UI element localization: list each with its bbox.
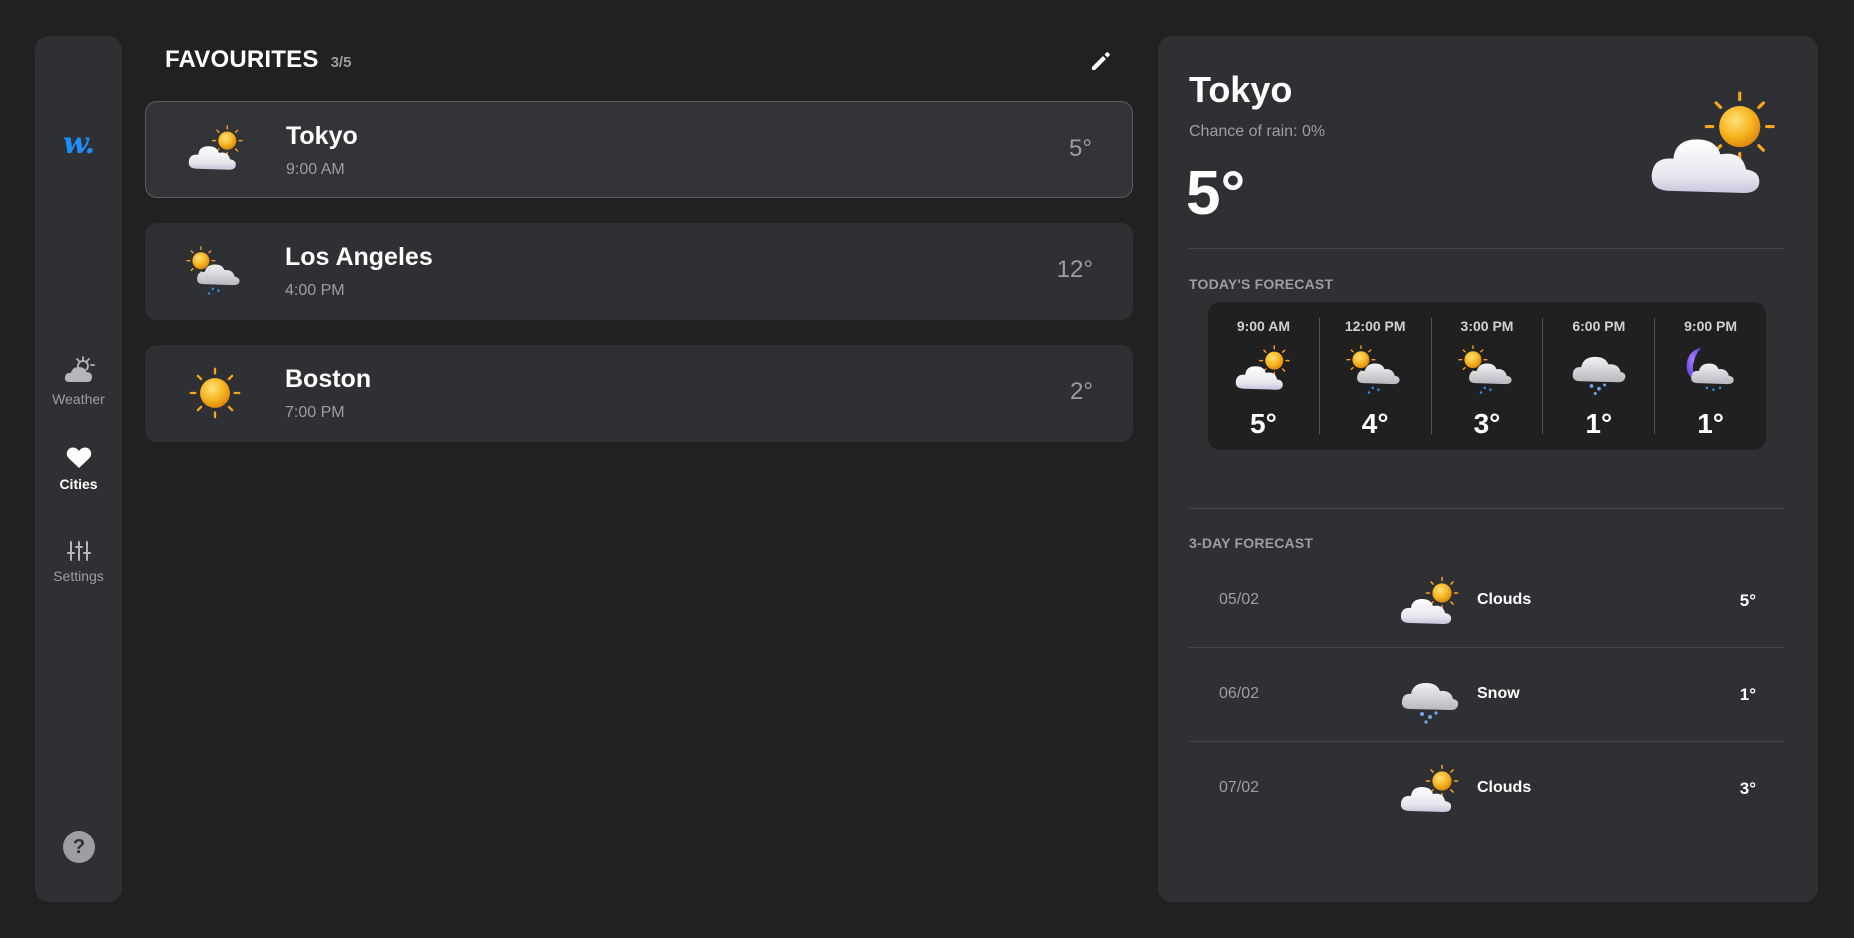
daily-forecast-row: 05/02 Clouds 5° [1189, 554, 1784, 648]
nav-label-weather: Weather [52, 391, 105, 407]
day-temp: 3° [1739, 779, 1756, 798]
favourites-title: FAVOURITES [165, 46, 319, 73]
city-name: Boston [285, 365, 372, 393]
sun-cloud-rain-icon [1457, 342, 1517, 398]
hourly-temp: 1° [1697, 408, 1724, 439]
hourly-item: 9:00 PM 1° [1654, 318, 1766, 439]
hourly-temp: 1° [1585, 408, 1613, 439]
hourly-time: 3:00 PM [1460, 318, 1514, 334]
sun-icon [185, 365, 245, 421]
hourly-item: 3:00 PM 3° [1430, 318, 1543, 439]
hourly-item: 9:00 AM 5° [1208, 318, 1319, 439]
daily-forecast-row: 07/02 Clouds 3° [1189, 742, 1784, 836]
detail-city-name: Tokyo [1189, 69, 1293, 110]
hourly-temp: 4° [1361, 408, 1389, 439]
app-logo[interactable]: w. [35, 126, 122, 161]
hourly-time: 6:00 PM [1572, 318, 1626, 334]
three-day-forecast-title: 3-DAY FORECAST [1189, 535, 1314, 551]
city-temp: 5° [1069, 135, 1092, 162]
city-name: Los Angeles [285, 243, 433, 271]
moon-cloud-rain-icon [1681, 342, 1741, 398]
sun-behind-cloud-icon [1398, 762, 1462, 820]
todays-forecast-title: TODAY'S FORECAST [1189, 276, 1334, 292]
favourites-count: 3/5 [330, 54, 352, 71]
day-temp: 5° [1739, 591, 1756, 610]
edit-favourites-button[interactable] [1088, 48, 1114, 74]
cloud-snow-icon [1569, 342, 1629, 398]
sun-behind-cloud-icon [1233, 342, 1293, 398]
sidebar: w. Weather Cities Settings ? [35, 36, 122, 902]
city-time: 9:00 AM [286, 161, 345, 178]
day-date: 05/02 [1219, 591, 1260, 608]
sliders-icon [66, 541, 91, 561]
city-card-tokyo[interactable]: Tokyo 9:00 AM 5° [145, 101, 1133, 198]
day-date: 07/02 [1219, 779, 1260, 796]
sun-behind-cloud-icon [1644, 88, 1784, 208]
city-temp: 12° [1056, 256, 1093, 283]
city-time: 7:00 PM [285, 404, 345, 421]
day-condition: Snow [1477, 685, 1520, 702]
nav-item-cities[interactable]: Cities [35, 446, 122, 492]
city-detail-panel: Tokyo Chance of rain: 0% 5° TODAY'S FORE… [1158, 36, 1818, 902]
nav-label-settings: Settings [53, 568, 104, 584]
divider [1189, 508, 1784, 509]
city-card-boston[interactable]: Boston 7:00 PM 2° [145, 345, 1133, 442]
city-name: Tokyo [286, 122, 358, 150]
pencil-icon [1092, 52, 1110, 70]
partly-cloudy-icon [64, 356, 95, 382]
sun-cloud-rain-icon [185, 243, 245, 299]
sun-behind-cloud-icon [1398, 574, 1462, 632]
city-time: 4:00 PM [285, 282, 345, 299]
hourly-item: 12:00 PM 4° [1318, 318, 1431, 439]
detail-rain-chance: Chance of rain: 0% [1189, 123, 1326, 140]
hourly-forecast: 9:00 AM 5° 12:00 PM 4° 3:00 PM 3° 6:00 P… [1208, 302, 1766, 450]
divider [1189, 248, 1784, 249]
city-card-los-angeles[interactable]: Los Angeles 4:00 PM 12° [145, 223, 1133, 320]
hourly-temp: 5° [1250, 408, 1277, 439]
hourly-item: 6:00 PM 1° [1542, 318, 1654, 439]
hourly-time: 9:00 PM [1684, 318, 1738, 334]
hourly-temp: 3° [1473, 408, 1501, 439]
day-condition: Clouds [1477, 591, 1532, 608]
sun-behind-cloud-icon [186, 122, 246, 178]
day-condition: Clouds [1477, 779, 1532, 796]
help-button[interactable]: ? [63, 831, 95, 863]
daily-forecast-row: 06/02 Snow 1° [1189, 648, 1784, 742]
detail-temperature: 5° [1186, 159, 1246, 228]
nav-label-cities: Cities [59, 476, 98, 492]
day-temp: 1° [1739, 685, 1756, 704]
day-date: 06/02 [1219, 685, 1260, 702]
favourites-header: FAVOURITES 3/5 [165, 46, 351, 74]
heart-icon [66, 447, 91, 468]
hourly-time: 9:00 AM [1236, 318, 1290, 334]
city-temp: 2° [1070, 378, 1093, 405]
nav-item-settings[interactable]: Settings [35, 540, 122, 584]
hourly-time: 12:00 PM [1344, 318, 1406, 334]
cloud-snow-icon [1398, 668, 1462, 726]
sun-cloud-rain-icon [1345, 342, 1405, 398]
nav-item-weather[interactable]: Weather [35, 355, 122, 407]
